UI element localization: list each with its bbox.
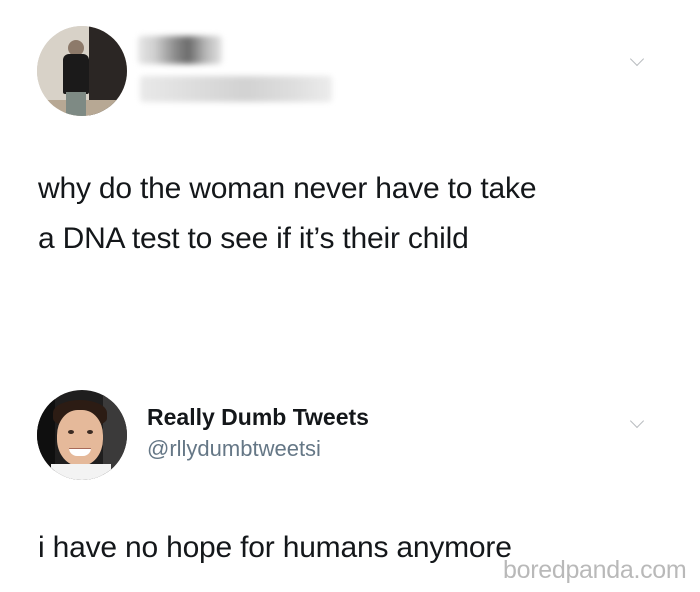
avatar-figure-body xyxy=(63,54,89,94)
avatar[interactable] xyxy=(37,26,127,116)
chevron-down-icon[interactable] xyxy=(629,51,645,67)
tweet-text-line: a DNA test to see if it’s their child xyxy=(38,222,469,255)
avatar-collar xyxy=(51,464,111,480)
blurred-handle xyxy=(140,76,332,102)
avatar[interactable] xyxy=(37,390,127,480)
avatar-face xyxy=(57,410,103,466)
user-handle[interactable]: @rllydumbtweetsi xyxy=(147,436,321,462)
tweet-text: why do the woman never have to take a DN… xyxy=(38,164,658,264)
avatar-figure-legs xyxy=(66,92,86,116)
avatar-eye-left xyxy=(68,430,74,434)
blurred-display-name xyxy=(138,36,222,64)
avatar-eye-right xyxy=(87,430,93,434)
tweet-text: i have no hope for humans anymore xyxy=(38,531,512,564)
tweet-text-line: why do the woman never have to take xyxy=(38,172,537,205)
display-name[interactable]: Really Dumb Tweets xyxy=(147,404,369,431)
watermark: boredpanda.com xyxy=(503,556,687,584)
chevron-down-icon[interactable] xyxy=(629,413,645,429)
